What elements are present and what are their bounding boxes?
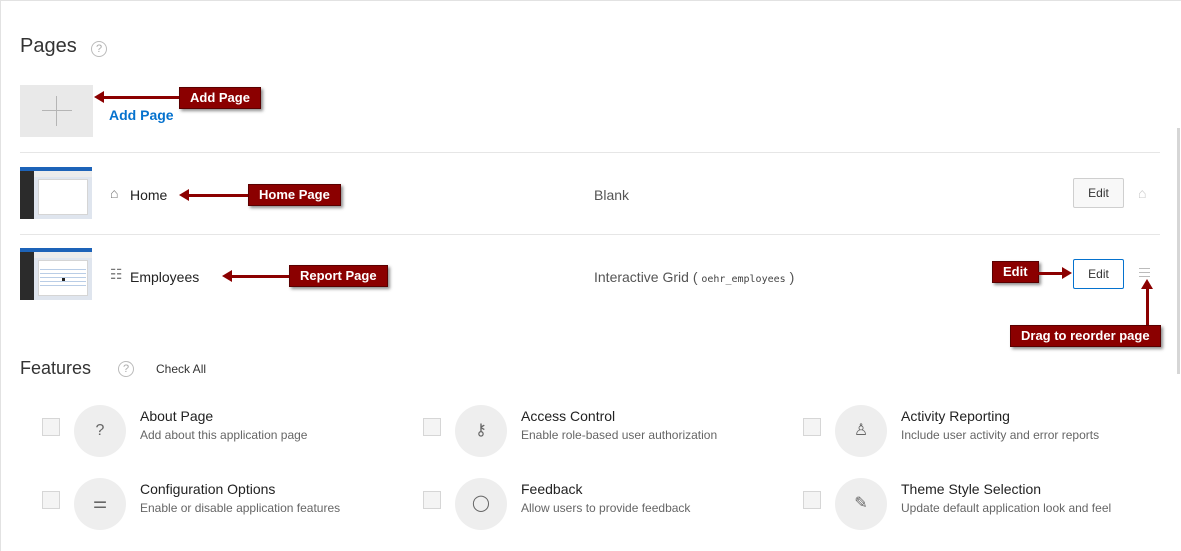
home-indicator-icon: ⌂ bbox=[1138, 185, 1147, 201]
arrow-icon bbox=[1037, 267, 1072, 279]
feature-checkbox[interactable] bbox=[803, 491, 821, 509]
callout-edit: Edit bbox=[992, 261, 1039, 283]
help-circle-icon: ? bbox=[74, 405, 126, 457]
features-help-icon[interactable]: ? bbox=[118, 361, 134, 377]
report-page-thumbnail bbox=[20, 248, 92, 300]
key-icon: ⚷ bbox=[455, 405, 507, 457]
feature-description: Include user activity and error reports bbox=[901, 428, 1100, 442]
arrow-up-icon bbox=[1141, 279, 1153, 326]
add-page-tile[interactable] bbox=[20, 85, 93, 137]
features-heading: Features bbox=[20, 358, 92, 378]
add-page-link[interactable]: Add Page bbox=[109, 107, 174, 123]
feature-title: Activity Reporting bbox=[901, 408, 1010, 424]
divider bbox=[20, 234, 1160, 235]
feature-description: Allow users to provide feedback bbox=[521, 501, 691, 515]
feature-feedback: ◯ Feedback Allow users to provide feedba… bbox=[423, 478, 783, 534]
home-icon: ⌂ bbox=[110, 185, 119, 201]
arrow-icon bbox=[94, 91, 179, 103]
page-type-employees: Interactive Grid ( oehr_employees ) bbox=[594, 269, 795, 285]
feature-theme-style-selection: ✎ Theme Style Selection Update default a… bbox=[803, 478, 1163, 534]
feature-checkbox[interactable] bbox=[42, 418, 60, 436]
feature-title: Feedback bbox=[521, 481, 583, 497]
feature-access-control: ⚷ Access Control Enable role-based user … bbox=[423, 405, 783, 461]
feature-about-page: ? About Page Add about this application … bbox=[42, 405, 402, 461]
feature-title: Configuration Options bbox=[140, 481, 276, 497]
feature-checkbox[interactable] bbox=[803, 418, 821, 436]
drag-handle-icon[interactable] bbox=[1139, 268, 1150, 277]
comment-icon: ◯ bbox=[455, 478, 507, 530]
check-all-link[interactable]: Check All bbox=[156, 362, 206, 376]
page-type-home: Blank bbox=[594, 187, 630, 203]
home-page-thumbnail bbox=[20, 167, 92, 219]
feature-description: Update default application look and feel bbox=[901, 501, 1112, 515]
feature-description: Add about this application page bbox=[140, 428, 308, 442]
page-name-employees[interactable]: Employees bbox=[130, 269, 199, 285]
user-chart-icon: ♙ bbox=[835, 405, 887, 457]
callout-drag: Drag to reorder page bbox=[1010, 325, 1161, 347]
feature-checkbox[interactable] bbox=[42, 491, 60, 509]
page-name-home[interactable]: Home bbox=[130, 187, 167, 203]
arrow-icon bbox=[222, 270, 289, 282]
scrollbar[interactable] bbox=[1177, 128, 1180, 374]
divider bbox=[20, 152, 1160, 153]
brush-icon: ✎ bbox=[835, 478, 887, 530]
feature-title: Theme Style Selection bbox=[901, 481, 1042, 497]
arrow-icon bbox=[179, 189, 248, 201]
feature-activity-reporting: ♙ Activity Reporting Include user activi… bbox=[803, 405, 1163, 461]
feature-checkbox[interactable] bbox=[423, 491, 441, 509]
callout-home-page: Home Page bbox=[248, 184, 341, 206]
report-icon: ☷ bbox=[110, 266, 123, 282]
pages-heading: Pages bbox=[20, 35, 77, 57]
feature-description: Enable or disable application features bbox=[140, 501, 341, 515]
feature-description: Enable role-based user authorization bbox=[521, 428, 718, 442]
pages-help-icon[interactable]: ? bbox=[91, 41, 107, 57]
edit-home-button[interactable]: Edit bbox=[1073, 178, 1124, 208]
feature-title: Access Control bbox=[521, 408, 616, 424]
feature-configuration-options: ⚌ Configuration Options Enable or disabl… bbox=[42, 478, 402, 534]
callout-report-page: Report Page bbox=[289, 265, 388, 287]
sliders-icon: ⚌ bbox=[74, 478, 126, 530]
callout-add-page: Add Page bbox=[179, 87, 261, 109]
edit-employees-button[interactable]: Edit bbox=[1073, 259, 1124, 289]
feature-checkbox[interactable] bbox=[423, 418, 441, 436]
feature-title: About Page bbox=[140, 408, 214, 424]
